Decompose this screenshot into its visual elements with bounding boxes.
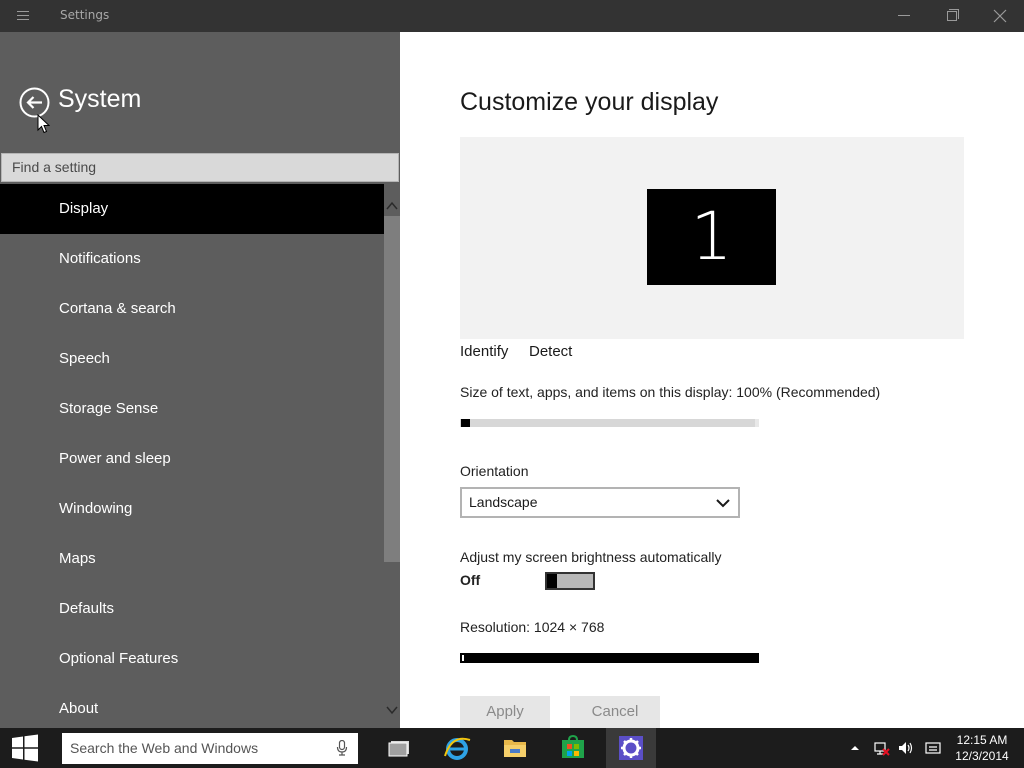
sidebar-nav: Display Notifications Cortana & search S…	[0, 184, 384, 728]
internet-explorer-icon	[444, 737, 471, 760]
apply-button[interactable]: Apply	[460, 696, 550, 728]
brightness-state: Off	[460, 572, 481, 588]
taskbar-search-input[interactable]: Search the Web and Windows	[62, 733, 358, 764]
sidebar-item-display[interactable]: Display	[0, 184, 384, 234]
sidebar-item-optional-features[interactable]: Optional Features	[0, 634, 384, 684]
sidebar-item-defaults[interactable]: Defaults	[0, 584, 384, 634]
maximize-button[interactable]	[928, 0, 976, 32]
title-bar: Settings	[0, 0, 1024, 32]
scroll-down-button[interactable]	[384, 702, 400, 718]
sidebar-item-power-sleep[interactable]: Power and sleep	[0, 434, 384, 484]
store-icon	[562, 734, 584, 758]
chevron-down-icon	[716, 499, 730, 508]
folder-icon	[504, 740, 526, 757]
sidebar-item-speech[interactable]: Speech	[0, 334, 384, 384]
mouse-cursor-icon	[37, 114, 50, 134]
size-slider-thumb[interactable]	[461, 419, 470, 427]
hamburger-menu-icon[interactable]	[11, 8, 37, 24]
search-input[interactable]: Find a setting	[1, 153, 399, 182]
task-view-icon	[388, 741, 409, 757]
chevron-down-icon	[386, 706, 398, 715]
sidebar-item-windowing[interactable]: Windowing	[0, 484, 384, 534]
size-label: Size of text, apps, and items on this di…	[460, 384, 881, 400]
sidebar-item-storage-sense[interactable]: Storage Sense	[0, 384, 384, 434]
start-button[interactable]	[0, 728, 50, 768]
detect-link[interactable]: Detect	[529, 343, 572, 360]
orientation-value: Landscape	[469, 494, 538, 510]
orientation-label: Orientation	[460, 463, 529, 479]
sidebar-scrollbar[interactable]	[384, 184, 400, 728]
taskbar: Search the Web and Windows 12:15 AM 12/3…	[0, 728, 1024, 768]
sidebar-item-notifications[interactable]: Notifications	[0, 234, 384, 284]
brightness-label: Adjust my screen brightness automaticall…	[460, 549, 722, 565]
section-title: System	[58, 85, 142, 113]
orientation-dropdown[interactable]: Landscape	[460, 487, 740, 518]
resolution-slider[interactable]	[460, 653, 759, 663]
clock-time: 12:15 AM	[956, 733, 1008, 747]
action-center-icon[interactable]	[925, 740, 941, 756]
microphone-icon[interactable]	[336, 740, 348, 756]
minimize-button[interactable]	[880, 0, 928, 32]
internet-explorer-button[interactable]	[432, 728, 482, 768]
store-button[interactable]	[548, 728, 598, 768]
volume-icon[interactable]	[898, 740, 914, 756]
window-title: Settings	[60, 8, 110, 22]
chevron-up-icon	[386, 201, 398, 210]
minimize-icon	[898, 15, 910, 16]
resolution-label: Resolution: 1024 × 768	[460, 619, 605, 635]
close-icon	[993, 9, 1007, 23]
file-explorer-button[interactable]	[490, 728, 540, 768]
scroll-thumb[interactable]	[384, 216, 400, 562]
taskbar-search-placeholder: Search the Web and Windows	[70, 740, 259, 756]
sidebar-item-cortana-search[interactable]: Cortana & search	[0, 284, 384, 334]
monitor-preview: 1	[460, 137, 964, 339]
close-button[interactable]	[976, 0, 1024, 32]
settings-button[interactable]	[606, 728, 656, 768]
task-view-button[interactable]	[374, 728, 424, 768]
size-slider-end	[755, 419, 759, 427]
size-slider[interactable]	[460, 419, 759, 427]
windows-logo-icon	[12, 734, 38, 762]
resolution-slider-start	[462, 655, 464, 661]
identify-link[interactable]: Identify	[460, 343, 508, 360]
sidebar-item-about[interactable]: About	[0, 684, 384, 728]
brightness-toggle[interactable]	[545, 572, 595, 590]
network-icon[interactable]	[874, 740, 890, 756]
chevron-up-icon[interactable]	[847, 740, 863, 756]
toggle-knob	[547, 574, 557, 588]
main-content: Customize your display 1 Identify Detect…	[400, 32, 1024, 728]
monitor-1[interactable]: 1	[647, 189, 776, 285]
page-title: Customize your display	[460, 88, 719, 116]
system-clock[interactable]: 12:15 AM 12/3/2014	[952, 732, 1012, 764]
clock-date: 12/3/2014	[955, 749, 1009, 763]
sidebar-item-maps[interactable]: Maps	[0, 534, 384, 584]
cancel-button[interactable]: Cancel	[570, 696, 660, 728]
scroll-up-button[interactable]	[384, 198, 400, 214]
settings-icon	[619, 736, 643, 760]
sidebar: System Find a setting Display Notificati…	[0, 32, 400, 728]
